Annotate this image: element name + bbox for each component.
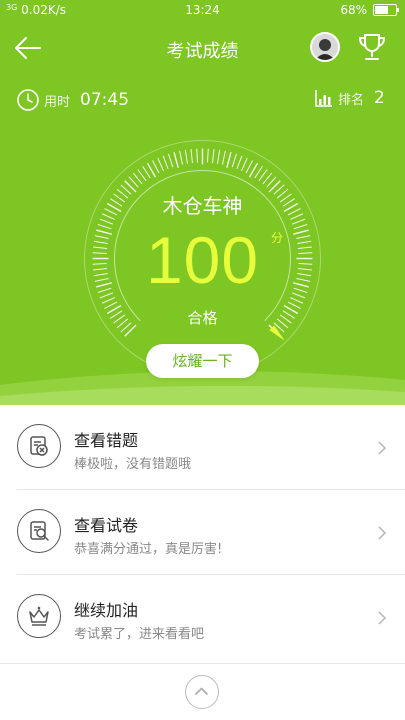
list-item-wrong-questions[interactable]: 查看错题 棒极啦，没有错题哦 (0, 405, 405, 489)
score-value: 100 (145, 223, 260, 297)
gauge-tick (132, 172, 143, 185)
gauge-tick (258, 169, 268, 182)
gauge-tick (236, 155, 243, 170)
user-avatar-icon (312, 34, 338, 60)
chevron-up-icon (195, 687, 208, 695)
gauge-tick (245, 160, 253, 174)
chevron-right-icon (378, 441, 387, 455)
gauge-tick (162, 155, 169, 170)
gauge-tick (137, 169, 147, 182)
battery-icon (373, 4, 399, 16)
list-item-keep-going[interactable]: 继续加油 考试累了，进来看看吧 (0, 575, 405, 659)
nav-bar: 考试成绩 (0, 28, 405, 68)
list-item-title: 继续加油 (74, 601, 139, 620)
share-button[interactable]: 炫耀一下 (146, 344, 259, 378)
trophy-icon[interactable] (356, 32, 388, 62)
chevron-right-icon (378, 611, 387, 625)
crown-icon (17, 594, 61, 638)
result-header: 3G 0.02K/s 13:24 68% 考试成绩 用时 07:45 排名 2 … (0, 0, 405, 405)
exam-paper-icon (17, 509, 61, 553)
rank-value: 2 (374, 88, 385, 108)
bottom-divider (0, 663, 405, 664)
rank-stat: 排名 2 (314, 88, 385, 108)
user-nickname: 木仓车神 (162, 194, 243, 218)
gauge-tick (207, 148, 209, 163)
gauge-tick (101, 297, 116, 304)
gauge-tick (231, 153, 237, 168)
page-title: 考试成绩 (166, 41, 239, 62)
pass-status: 合格 (187, 309, 218, 327)
gauge-tick (179, 150, 184, 165)
gauge-tick (152, 160, 160, 174)
clock-icon (17, 89, 39, 111)
gauge-tick (217, 149, 221, 164)
list-item-exam-paper[interactable]: 查看试卷 恭喜满分通过，真是厉害! (0, 490, 405, 574)
time-value: 07:45 (80, 90, 130, 110)
gauge-tick (168, 153, 174, 168)
gauge-tick (226, 152, 232, 168)
gauge-tick (173, 152, 179, 168)
status-bar: 3G 0.02K/s 13:24 68% (0, 0, 405, 22)
gauge-tick (241, 157, 248, 172)
list-item-subtitle: 考试累了，进来看看吧 (74, 627, 205, 642)
list-item-title: 查看错题 (74, 431, 139, 450)
battery-percent: 68% (340, 3, 367, 17)
scroll-up-button[interactable] (185, 675, 219, 709)
gauge-tick (212, 149, 215, 164)
time-label: 用时 (44, 94, 71, 110)
gauge-tick (190, 149, 193, 164)
rank-label: 排名 (338, 92, 365, 108)
gauge-tick (254, 165, 263, 179)
gauge-tick (184, 149, 188, 164)
bar-chart-icon (315, 90, 332, 107)
gauge-tick (157, 157, 164, 172)
list-item-subtitle: 恭喜满分通过，真是厉害! (74, 542, 223, 557)
gauge-tick (221, 150, 226, 165)
avatar[interactable] (310, 32, 340, 62)
time-stat: 用时 07:45 (16, 88, 129, 112)
wrong-questions-icon (17, 424, 61, 468)
score-unit: 分 (271, 231, 284, 245)
gauge-tick (262, 172, 273, 185)
list-item-title: 查看试卷 (74, 516, 139, 535)
gauge-tick (142, 165, 151, 179)
gauge-tick (289, 297, 304, 304)
action-list: 查看错题 棒极啦，没有错题哦 查看试卷 恭喜满分通过，真是厉害! 继续加油 考试… (0, 405, 405, 659)
chevron-right-icon (378, 526, 387, 540)
gauge-tick (196, 148, 198, 163)
list-item-subtitle: 棒极啦，没有错题哦 (74, 457, 192, 472)
